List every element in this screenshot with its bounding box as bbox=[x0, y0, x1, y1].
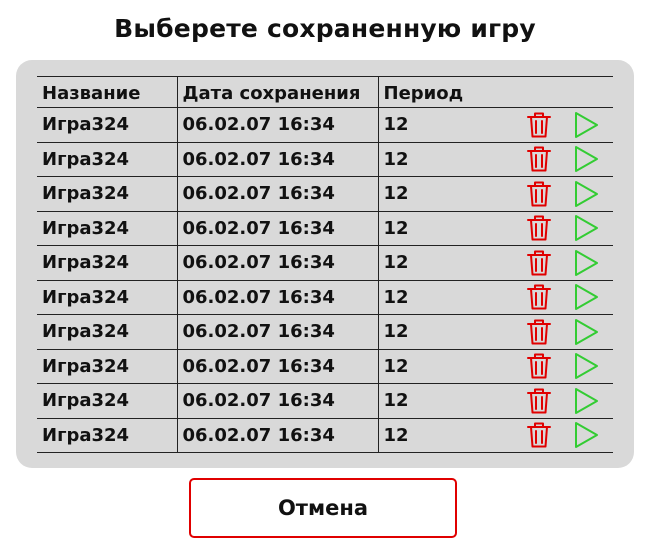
period-cell: 12 bbox=[378, 280, 519, 315]
play-icon[interactable] bbox=[571, 282, 601, 312]
table-row[interactable]: Игра324 06.02.07 16:34 12 bbox=[37, 176, 613, 212]
load-cell bbox=[566, 280, 613, 315]
delete-cell bbox=[519, 142, 566, 177]
delete-cell bbox=[519, 176, 566, 212]
play-icon[interactable] bbox=[571, 144, 601, 174]
save-date-cell: 06.02.07 16:34 bbox=[177, 107, 379, 143]
table-row[interactable]: Игра324 06.02.07 16:34 12 bbox=[37, 211, 613, 246]
play-icon[interactable] bbox=[571, 386, 601, 416]
delete-cell bbox=[519, 211, 566, 246]
period-cell: 12 bbox=[378, 211, 519, 246]
play-icon[interactable] bbox=[571, 248, 601, 278]
save-date-cell: 06.02.07 16:34 bbox=[177, 349, 379, 384]
load-cell bbox=[566, 211, 613, 246]
load-cell bbox=[566, 245, 613, 281]
delete-cell bbox=[519, 107, 566, 143]
delete-cell bbox=[519, 314, 566, 350]
delete-cell bbox=[519, 383, 566, 419]
trash-icon[interactable] bbox=[524, 420, 554, 450]
period-cell: 12 bbox=[378, 349, 519, 384]
table-row[interactable]: Игра324 06.02.07 16:34 12 bbox=[37, 418, 613, 453]
table-row[interactable]: Игра324 06.02.07 16:34 12 bbox=[37, 280, 613, 315]
table-header-row: Название Дата сохранения Период bbox=[37, 76, 613, 108]
period-cell: 12 bbox=[378, 314, 519, 350]
save-date-cell: 06.02.07 16:34 bbox=[177, 176, 379, 212]
play-icon[interactable] bbox=[571, 351, 601, 381]
game-name-cell: Игра324 bbox=[37, 107, 178, 143]
period-cell: 12 bbox=[378, 383, 519, 419]
game-name-cell: Игра324 bbox=[37, 176, 178, 212]
dialog-title: Выберете сохраненную игру bbox=[114, 14, 536, 43]
save-date-cell: 06.02.07 16:34 bbox=[177, 245, 379, 281]
period-cell: 12 bbox=[378, 107, 519, 143]
column-header-load bbox=[566, 76, 613, 108]
game-name-cell: Игра324 bbox=[37, 314, 178, 350]
load-cell bbox=[566, 418, 613, 453]
column-header-save-date: Дата сохранения bbox=[177, 76, 379, 108]
play-icon[interactable] bbox=[571, 317, 601, 347]
trash-icon[interactable] bbox=[524, 317, 554, 347]
load-cell bbox=[566, 107, 613, 143]
trash-icon[interactable] bbox=[524, 179, 554, 209]
trash-icon[interactable] bbox=[524, 282, 554, 312]
saved-games-table: Название Дата сохранения Период Игра324 0… bbox=[37, 76, 613, 453]
trash-icon[interactable] bbox=[524, 110, 554, 140]
table-row[interactable]: Игра324 06.02.07 16:34 12 bbox=[37, 142, 613, 177]
play-icon[interactable] bbox=[571, 110, 601, 140]
load-cell bbox=[566, 314, 613, 350]
save-date-cell: 06.02.07 16:34 bbox=[177, 280, 379, 315]
period-cell: 12 bbox=[378, 176, 519, 212]
trash-icon[interactable] bbox=[524, 386, 554, 416]
delete-cell bbox=[519, 245, 566, 281]
play-icon[interactable] bbox=[571, 420, 601, 450]
cancel-button[interactable]: Отмена bbox=[189, 478, 457, 538]
save-date-cell: 06.02.07 16:34 bbox=[177, 383, 379, 419]
save-date-cell: 06.02.07 16:34 bbox=[177, 314, 379, 350]
game-name-cell: Игра324 bbox=[37, 280, 178, 315]
table-row[interactable]: Игра324 06.02.07 16:34 12 bbox=[37, 314, 613, 350]
period-cell: 12 bbox=[378, 245, 519, 281]
column-header-period: Период bbox=[378, 76, 519, 108]
load-cell bbox=[566, 383, 613, 419]
column-header-delete bbox=[519, 76, 566, 108]
load-cell bbox=[566, 349, 613, 384]
load-cell bbox=[566, 142, 613, 177]
game-name-cell: Игра324 bbox=[37, 245, 178, 281]
delete-cell bbox=[519, 418, 566, 453]
play-icon[interactable] bbox=[571, 213, 601, 243]
delete-cell bbox=[519, 349, 566, 384]
load-cell bbox=[566, 176, 613, 212]
period-cell: 12 bbox=[378, 418, 519, 453]
trash-icon[interactable] bbox=[524, 351, 554, 381]
delete-cell bbox=[519, 280, 566, 315]
table-row[interactable]: Игра324 06.02.07 16:34 12 bbox=[37, 383, 613, 419]
play-icon[interactable] bbox=[571, 179, 601, 209]
saved-games-panel: Название Дата сохранения Период Игра324 0… bbox=[16, 60, 634, 468]
game-name-cell: Игра324 bbox=[37, 418, 178, 453]
trash-icon[interactable] bbox=[524, 213, 554, 243]
trash-icon[interactable] bbox=[524, 144, 554, 174]
game-name-cell: Игра324 bbox=[37, 142, 178, 177]
save-date-cell: 06.02.07 16:34 bbox=[177, 142, 379, 177]
game-name-cell: Игра324 bbox=[37, 383, 178, 419]
table-row[interactable]: Игра324 06.02.07 16:34 12 bbox=[37, 349, 613, 384]
game-name-cell: Игра324 bbox=[37, 349, 178, 384]
trash-icon[interactable] bbox=[524, 248, 554, 278]
table-row[interactable]: Игра324 06.02.07 16:34 12 bbox=[37, 107, 613, 143]
column-header-name: Название bbox=[37, 76, 178, 108]
save-date-cell: 06.02.07 16:34 bbox=[177, 418, 379, 453]
game-name-cell: Игра324 bbox=[37, 211, 178, 246]
save-date-cell: 06.02.07 16:34 bbox=[177, 211, 379, 246]
period-cell: 12 bbox=[378, 142, 519, 177]
table-row[interactable]: Игра324 06.02.07 16:34 12 bbox=[37, 245, 613, 281]
